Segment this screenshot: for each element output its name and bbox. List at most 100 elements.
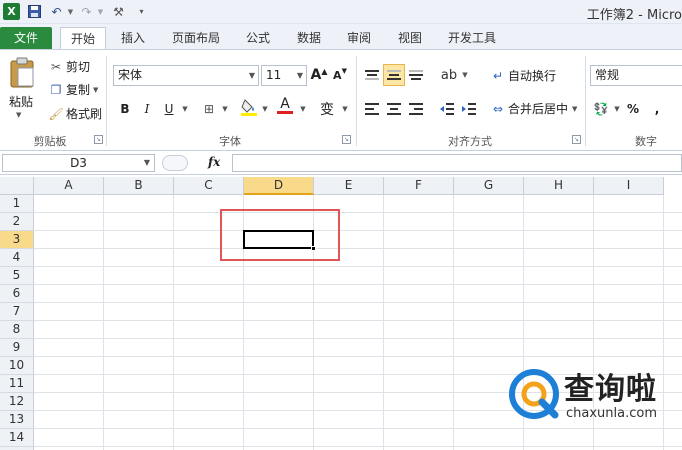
column-header-h[interactable]: H <box>524 177 594 195</box>
format-painter-button[interactable]: 🖌 格式刷 <box>48 105 102 122</box>
column-header-a[interactable]: A <box>34 177 104 195</box>
align-left-icon[interactable] <box>363 100 381 118</box>
gridline <box>34 446 682 447</box>
font-size-select[interactable]: 11 ▼ <box>261 65 307 86</box>
title-bar: X ↶ ▼ ↷ ▼ ⚒ ▾ 工作簿2 - Micro <box>0 0 682 24</box>
align-bottom-icon[interactable] <box>407 66 425 84</box>
gridline <box>34 356 682 357</box>
font-name-value: 宋体 <box>118 68 143 82</box>
row-header-9[interactable]: 9 <box>0 339 34 357</box>
row-header-6[interactable]: 6 <box>0 285 34 303</box>
bold-button[interactable]: B <box>116 100 134 118</box>
row-header-3[interactable]: 3 <box>0 231 34 249</box>
row-header-14[interactable]: 14 <box>0 429 34 447</box>
column-header-f[interactable]: F <box>384 177 454 195</box>
shrink-font-button[interactable]: A ▼ <box>331 66 349 84</box>
custom-tool-icon[interactable]: ⚒ <box>110 3 127 20</box>
tab-review[interactable]: 审阅 <box>338 27 380 50</box>
shrink-arrow-icon: ▼ <box>341 67 347 75</box>
group-divider <box>585 56 586 146</box>
borders-dropdown-icon[interactable]: ▼ <box>216 100 234 118</box>
excel-logo-icon: X <box>3 3 20 20</box>
tab-file[interactable]: 文件 <box>0 27 52 50</box>
column-header-b[interactable]: B <box>104 177 174 195</box>
row-header-1[interactable]: 1 <box>0 195 34 213</box>
insert-function-button[interactable]: fx <box>208 155 220 169</box>
percent-button[interactable]: % <box>624 100 642 118</box>
copy-button[interactable]: ❐ 复制 ▼ <box>48 81 99 98</box>
scissors-icon: ✂ <box>50 59 62 74</box>
font-color-button[interactable]: A <box>276 96 294 114</box>
row-header-7[interactable]: 7 <box>0 303 34 321</box>
wrap-text-button[interactable]: ↵ 自动换行 <box>490 67 556 84</box>
underline-dropdown-icon[interactable]: ▼ <box>176 100 194 118</box>
italic-button[interactable]: I <box>138 100 156 118</box>
column-header-i[interactable]: I <box>594 177 664 195</box>
row-header-12[interactable]: 12 <box>0 393 34 411</box>
row-header-2[interactable]: 2 <box>0 213 34 231</box>
orientation-dropdown-icon[interactable]: ▼ <box>456 66 474 84</box>
comma-button[interactable]: , <box>648 100 666 118</box>
row-header-4[interactable]: 4 <box>0 249 34 267</box>
grow-font-button[interactable]: A ▲ <box>310 66 328 84</box>
merge-center-label: 合并后居中 <box>508 102 569 116</box>
font-color-icon: A <box>280 95 290 112</box>
phonetic-icon: 变 <box>320 102 334 118</box>
row-header-8[interactable]: 8 <box>0 321 34 339</box>
font-color-dropdown-icon[interactable]: ▼ <box>294 100 312 118</box>
redo-dropdown-icon[interactable]: ▼ <box>92 3 109 20</box>
gridline <box>34 302 682 303</box>
paste-button[interactable]: 粘贴 <box>9 93 33 110</box>
merge-dropdown-icon[interactable]: ▼ <box>572 105 577 113</box>
row-header-5[interactable]: 5 <box>0 267 34 285</box>
undo-dropdown-icon[interactable]: ▼ <box>62 3 79 20</box>
column-header-g[interactable]: G <box>454 177 524 195</box>
column-header-c[interactable]: C <box>174 177 244 195</box>
tab-data[interactable]: 数据 <box>288 27 330 50</box>
customize-qat-icon[interactable]: ▾ <box>133 3 150 20</box>
align-middle-icon[interactable] <box>383 64 405 86</box>
paste-icon[interactable] <box>6 56 40 90</box>
column-header-d[interactable]: D <box>244 177 314 195</box>
font-launcher-icon[interactable]: ↘ <box>342 135 351 144</box>
paste-dropdown-icon[interactable]: ▼ <box>16 111 21 119</box>
tab-view[interactable]: 视图 <box>390 27 430 50</box>
alignment-launcher-icon[interactable]: ↘ <box>572 135 581 144</box>
tab-formulas[interactable]: 公式 <box>238 27 278 50</box>
merge-center-icon: ⇔ <box>492 101 504 116</box>
decrease-indent-icon[interactable] <box>438 100 456 118</box>
phonetic-guide-button[interactable]: 变 <box>318 100 336 118</box>
copy-dropdown-icon[interactable]: ▼ <box>93 86 98 94</box>
phonetic-dropdown-icon[interactable]: ▼ <box>336 100 354 118</box>
cut-button[interactable]: ✂ 剪切 <box>48 58 90 75</box>
gridline <box>34 230 682 231</box>
number-format-select[interactable]: 常规 <box>590 65 682 86</box>
name-box-dropdown-icon[interactable]: ▼ <box>144 155 150 171</box>
brand-url: chaxunla.com <box>566 406 657 421</box>
align-center-icon[interactable] <box>385 100 403 118</box>
gridline <box>34 320 682 321</box>
clipboard-launcher-icon[interactable]: ↘ <box>94 135 103 144</box>
number-format-value: 常规 <box>595 68 620 82</box>
tab-developer[interactable]: 开发工具 <box>440 27 504 50</box>
align-top-icon[interactable] <box>363 66 381 84</box>
tab-insert[interactable]: 插入 <box>112 27 154 50</box>
gridline <box>453 195 454 450</box>
row-header-13[interactable]: 13 <box>0 411 34 429</box>
save-icon[interactable] <box>26 3 43 20</box>
formula-bar-resize-handle[interactable] <box>162 155 188 171</box>
font-name-select[interactable]: 宋体 ▼ <box>113 65 259 86</box>
brand-name: 查询啦 <box>564 372 657 407</box>
fill-color-dropdown-icon[interactable]: ▼ <box>256 100 274 118</box>
row-header-10[interactable]: 10 <box>0 357 34 375</box>
name-box[interactable]: D3 ▼ <box>2 154 155 172</box>
tab-home[interactable]: 开始 <box>60 27 106 50</box>
column-header-e[interactable]: E <box>314 177 384 195</box>
tab-page-layout[interactable]: 页面布局 <box>164 27 228 50</box>
row-header-11[interactable]: 11 <box>0 375 34 393</box>
merge-center-button[interactable]: ⇔ 合并后居中 ▼ <box>490 100 577 117</box>
select-all-corner[interactable] <box>0 177 34 195</box>
formula-input[interactable] <box>232 154 682 172</box>
increase-indent-icon[interactable] <box>460 100 478 118</box>
align-right-icon[interactable] <box>407 100 425 118</box>
